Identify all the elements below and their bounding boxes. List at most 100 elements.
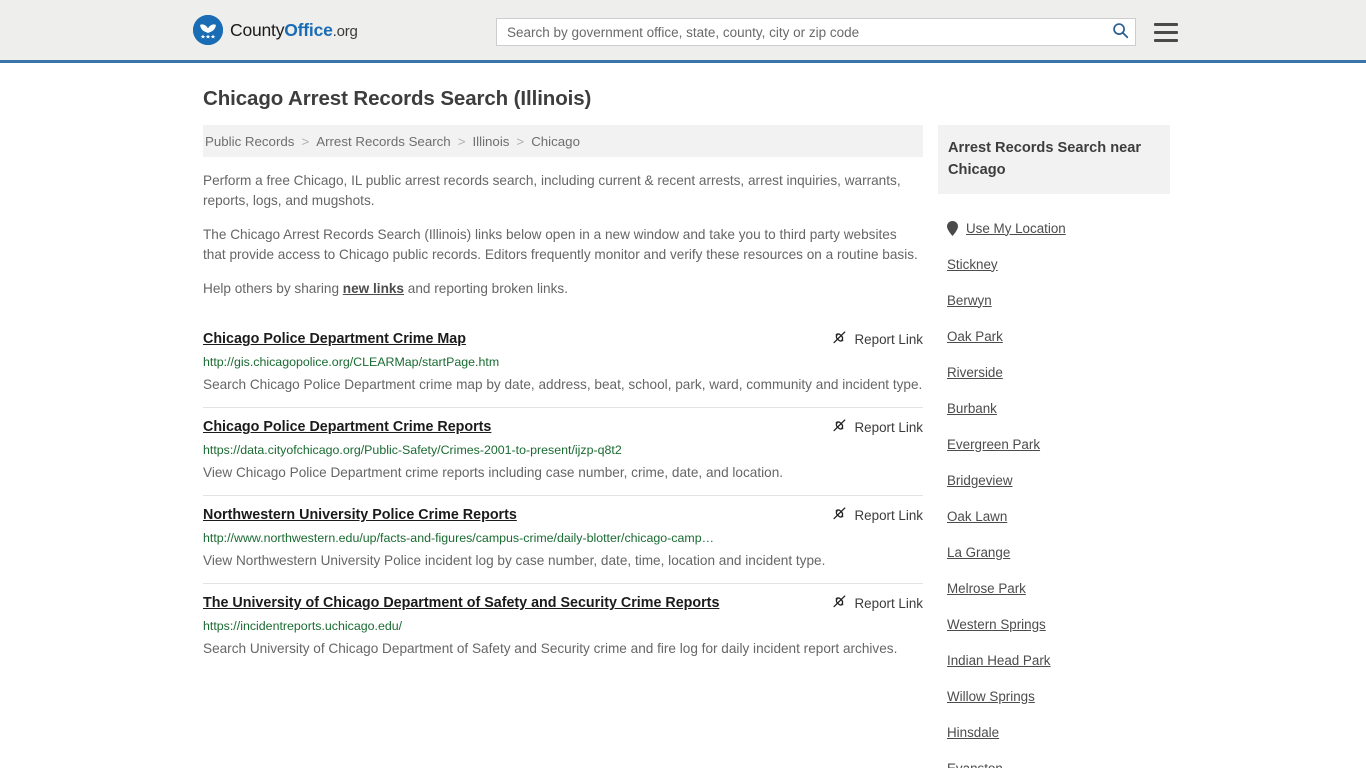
city-link-bridgeview[interactable]: Bridgeview bbox=[947, 473, 1013, 488]
intro-paragraph-1: Perform a free Chicago, IL public arrest… bbox=[203, 173, 901, 208]
breadcrumb-item-illinois[interactable]: Illinois bbox=[472, 134, 509, 149]
result-url: http://www.northwestern.edu/up/facts-and… bbox=[203, 531, 714, 545]
result-description: View Chicago Police Department crime rep… bbox=[203, 465, 784, 480]
search-icon bbox=[1112, 22, 1129, 42]
sidebar-item-city[interactable]: Bridgeview bbox=[938, 462, 1170, 498]
city-link-la-grange[interactable]: La Grange bbox=[947, 545, 1010, 560]
hamburger-bar bbox=[1154, 22, 1178, 26]
sidebar-item-city[interactable]: Burbank bbox=[938, 390, 1170, 426]
hamburger-menu-icon[interactable] bbox=[1154, 22, 1178, 42]
report-link-label: Report Link bbox=[854, 419, 923, 435]
result-description: Search Chicago Police Department crime m… bbox=[203, 377, 923, 392]
city-link-hinsdale[interactable]: Hinsdale bbox=[947, 725, 999, 740]
map-pin-icon bbox=[947, 220, 958, 236]
logo-text-office: Office bbox=[284, 19, 333, 40]
result-title-link[interactable]: Chicago Police Department Crime Reports bbox=[203, 417, 491, 437]
hamburger-bar bbox=[1154, 30, 1178, 34]
result-title-link[interactable]: Chicago Police Department Crime Map bbox=[203, 329, 466, 349]
result-item: Chicago Police Department Crime Map Repo… bbox=[203, 313, 923, 407]
broken-link-icon bbox=[831, 330, 848, 348]
sidebar-item-city[interactable]: Oak Lawn bbox=[938, 498, 1170, 534]
breadcrumb-separator: > bbox=[516, 133, 525, 149]
result-url: http://gis.chicagopolice.org/CLEARMap/st… bbox=[203, 355, 500, 369]
sidebar-item-city[interactable]: Evergreen Park bbox=[938, 426, 1170, 462]
city-link-oak-park[interactable]: Oak Park bbox=[947, 329, 1003, 344]
eagle-shield-logo-icon bbox=[193, 15, 223, 45]
result-item: The University of Chicago Department of … bbox=[203, 583, 923, 671]
result-url: https://incidentreports.uchicago.edu/ bbox=[203, 619, 403, 633]
sidebar-item-city[interactable]: Riverside bbox=[938, 354, 1170, 390]
result-title-link[interactable]: The University of Chicago Department of … bbox=[203, 593, 719, 613]
result-item: Northwestern University Police Crime Rep… bbox=[203, 495, 923, 583]
city-link-stickney[interactable]: Stickney bbox=[947, 257, 998, 272]
report-link-label: Report Link bbox=[854, 331, 923, 347]
search-input[interactable] bbox=[507, 24, 1109, 40]
sidebar-item-city[interactable]: Western Springs bbox=[938, 606, 1170, 642]
broken-link-icon bbox=[831, 418, 848, 436]
city-link-riverside[interactable]: Riverside bbox=[947, 365, 1003, 380]
intro-paragraph-3: Help others by sharing new links and rep… bbox=[203, 279, 923, 299]
report-link-button[interactable]: Report Link bbox=[817, 594, 923, 612]
report-link-button[interactable]: Report Link bbox=[817, 330, 923, 348]
city-link-evanston[interactable]: Evanston bbox=[947, 761, 1003, 768]
broken-link-icon bbox=[831, 506, 848, 524]
result-header: The University of Chicago Department of … bbox=[203, 593, 923, 613]
sidebar-item-city[interactable]: Stickney bbox=[938, 246, 1170, 282]
sidebar-city-list: Use My Location Stickney Berwyn Oak Park… bbox=[938, 194, 1170, 768]
city-link-willow-springs[interactable]: Willow Springs bbox=[947, 689, 1035, 704]
broken-link-icon bbox=[831, 594, 848, 612]
result-item: Chicago Police Department Crime Reports … bbox=[203, 407, 923, 495]
breadcrumb: Public Records > Arrest Records Search >… bbox=[203, 125, 923, 157]
sidebar-item-city[interactable]: Willow Springs bbox=[938, 678, 1170, 714]
report-link-label: Report Link bbox=[854, 595, 923, 611]
report-link-button[interactable]: Report Link bbox=[817, 506, 923, 524]
nearby-sidebar: Arrest Records Search near Chicago Use M… bbox=[938, 125, 1170, 768]
result-header: Chicago Police Department Crime Map Repo… bbox=[203, 329, 923, 349]
sidebar-item-use-my-location[interactable]: Use My Location bbox=[938, 210, 1170, 246]
logo-wordmark: CountyOffice.org bbox=[230, 20, 358, 41]
sidebar-heading: Arrest Records Search near Chicago bbox=[938, 125, 1170, 194]
breadcrumb-item-chicago[interactable]: Chicago bbox=[531, 134, 580, 149]
city-link-burbank[interactable]: Burbank bbox=[947, 401, 997, 416]
search-area bbox=[496, 18, 1178, 46]
city-link-melrose-park[interactable]: Melrose Park bbox=[947, 581, 1026, 596]
sidebar-item-city[interactable]: Evanston bbox=[938, 750, 1170, 768]
result-title-link[interactable]: Northwestern University Police Crime Rep… bbox=[203, 505, 517, 525]
sidebar-item-city[interactable]: La Grange bbox=[938, 534, 1170, 570]
result-description: View Northwestern University Police inci… bbox=[203, 553, 826, 568]
city-link-berwyn[interactable]: Berwyn bbox=[947, 293, 992, 308]
search-button[interactable] bbox=[1109, 21, 1131, 43]
intro-section: Perform a free Chicago, IL public arrest… bbox=[203, 157, 923, 299]
breadcrumb-item-arrest-records-search[interactable]: Arrest Records Search bbox=[316, 134, 451, 149]
sidebar-item-city[interactable]: Hinsdale bbox=[938, 714, 1170, 750]
result-description: Search University of Chicago Department … bbox=[203, 641, 898, 656]
sidebar-item-city[interactable]: Berwyn bbox=[938, 282, 1170, 318]
intro-p3-after: and reporting broken links. bbox=[404, 281, 568, 296]
use-my-location-link[interactable]: Use My Location bbox=[966, 221, 1066, 236]
sidebar-item-city[interactable]: Oak Park bbox=[938, 318, 1170, 354]
report-link-label: Report Link bbox=[854, 507, 923, 523]
city-link-western-springs[interactable]: Western Springs bbox=[947, 617, 1046, 632]
breadcrumb-item-public-records[interactable]: Public Records bbox=[205, 134, 294, 149]
page-title: Chicago Arrest Records Search (Illinois) bbox=[203, 87, 592, 110]
logo-text-tld: .org bbox=[332, 22, 358, 40]
report-link-button[interactable]: Report Link bbox=[817, 418, 923, 436]
city-link-indian-head-park[interactable]: Indian Head Park bbox=[947, 653, 1050, 668]
logo-text-county: County bbox=[230, 19, 285, 40]
result-header: Northwestern University Police Crime Rep… bbox=[203, 505, 923, 525]
new-links-link[interactable]: new links bbox=[343, 281, 404, 296]
breadcrumb-separator: > bbox=[457, 133, 466, 149]
results-list: Chicago Police Department Crime Map Repo… bbox=[203, 313, 923, 671]
sidebar-item-city[interactable]: Indian Head Park bbox=[938, 642, 1170, 678]
hamburger-bar bbox=[1154, 38, 1178, 42]
city-link-oak-lawn[interactable]: Oak Lawn bbox=[947, 509, 1007, 524]
main-content-column: Public Records > Arrest Records Search >… bbox=[203, 125, 923, 671]
intro-paragraph-2: The Chicago Arrest Records Search (Illin… bbox=[203, 227, 918, 262]
city-link-evergreen-park[interactable]: Evergreen Park bbox=[947, 437, 1040, 452]
sidebar-item-city[interactable]: Melrose Park bbox=[938, 570, 1170, 606]
result-url: https://data.cityofchicago.org/Public-Sa… bbox=[203, 443, 622, 457]
search-box[interactable] bbox=[496, 18, 1136, 46]
site-logo[interactable]: CountyOffice.org bbox=[193, 15, 358, 45]
result-header: Chicago Police Department Crime Reports … bbox=[203, 417, 923, 437]
intro-p3-before: Help others by sharing bbox=[203, 281, 343, 296]
